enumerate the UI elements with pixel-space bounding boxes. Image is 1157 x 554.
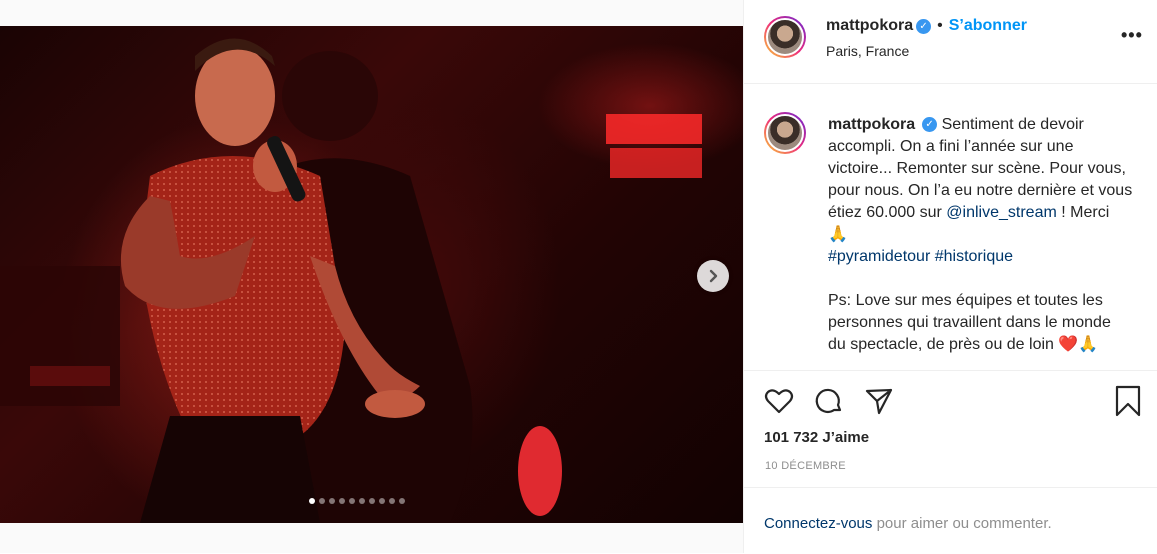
caption-username[interactable]: mattpokora	[828, 116, 915, 133]
likes-count[interactable]: 101 732 J’aime	[764, 429, 869, 446]
media-area	[0, 0, 743, 553]
caption-area: mattpokora ✓ Sentiment de devoir accompli…	[744, 84, 1157, 370]
carousel-dot	[349, 498, 355, 504]
location-link[interactable]: Paris, France	[826, 43, 909, 59]
carousel-dot	[379, 498, 385, 504]
caption-avatar[interactable]	[764, 112, 806, 154]
mention-link[interactable]: @inlive_stream	[946, 204, 1057, 221]
caption-text: mattpokora ✓ Sentiment de devoir accompli…	[828, 114, 1133, 356]
save-button[interactable]	[1114, 385, 1142, 422]
header-username[interactable]: mattpokora	[826, 17, 913, 35]
login-line: Connectez-vous pour aimer ou commenter.	[764, 515, 1052, 532]
carousel-indicator	[309, 498, 405, 504]
hashtag-link[interactable]: #historique	[935, 248, 1013, 265]
header-user-row: mattpokora ✓ • S’abonner	[826, 17, 1027, 35]
verified-badge-icon: ✓	[922, 117, 938, 133]
follow-button[interactable]: S’abonner	[949, 17, 1027, 35]
post-date[interactable]: 10 DÉCEMBRE	[765, 460, 846, 472]
carousel-dot	[369, 498, 375, 504]
hashtag-link[interactable]: #pyramidetour	[828, 248, 930, 265]
share-button[interactable]	[864, 386, 894, 421]
verified-badge-icon: ✓	[916, 18, 932, 34]
heart-icon	[764, 389, 794, 414]
comment-button[interactable]	[814, 386, 844, 421]
action-bar: 101 732 J’aime 10 DÉCEMBRE	[744, 370, 1157, 488]
carousel-dot-active	[309, 498, 315, 504]
next-slide-button[interactable]	[697, 260, 729, 292]
login-prompt: Connectez-vous pour aimer ou commenter.	[744, 487, 1157, 554]
caption-ps: Ps: Love sur mes équipes et toutes les p…	[828, 292, 1111, 353]
carousel-dot	[329, 498, 335, 504]
avatar[interactable]	[764, 16, 806, 58]
comment-icon	[815, 388, 842, 413]
carousel-dot	[319, 498, 325, 504]
like-button[interactable]	[764, 386, 794, 421]
carousel-dot	[339, 498, 345, 504]
login-link[interactable]: Connectez-vous	[764, 515, 872, 532]
more-options-icon[interactable]: •••	[1121, 25, 1143, 46]
chevron-right-icon	[709, 269, 718, 283]
separator-dot: •	[937, 17, 943, 34]
post-photo[interactable]	[0, 26, 743, 523]
bookmark-icon	[1115, 385, 1141, 417]
carousel-dot	[359, 498, 365, 504]
carousel-dot	[399, 498, 405, 504]
post-header: mattpokora ✓ • S’abonner Paris, France •…	[744, 0, 1157, 84]
concert-photo-illustration	[0, 38, 702, 523]
paper-plane-icon	[865, 388, 893, 415]
post-side-panel: mattpokora ✓ • S’abonner Paris, France •…	[743, 0, 1157, 553]
carousel-dot	[389, 498, 395, 504]
login-rest-text: pour aimer ou commenter.	[872, 515, 1052, 532]
